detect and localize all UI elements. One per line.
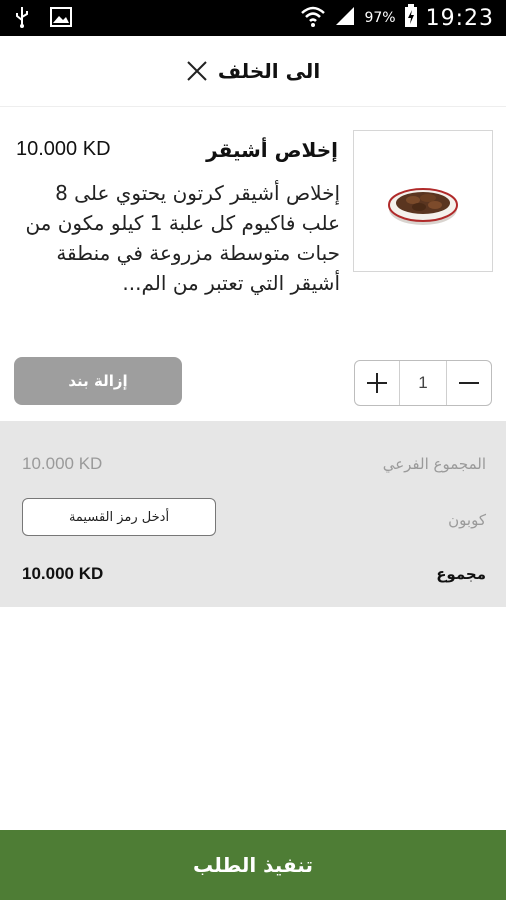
usb-icon: [14, 6, 30, 32]
total-value: 10.000 KD: [22, 564, 104, 583]
battery-icon: [404, 4, 418, 32]
subtotal-value: 10.000 KD: [22, 454, 103, 473]
close-icon[interactable]: [186, 60, 208, 82]
clock: 19:23: [425, 5, 494, 31]
coupon-input[interactable]: أدخل رمز القسيمة: [22, 498, 216, 536]
image-icon: [50, 7, 72, 31]
product-price: 10.000 KD: [16, 138, 111, 160]
quantity-value[interactable]: 1: [400, 361, 446, 405]
plus-icon: [367, 373, 387, 393]
product-image[interactable]: [353, 130, 493, 272]
product-name[interactable]: إخلاص أشيقر: [206, 138, 338, 162]
status-bar: 97% 19:23: [0, 0, 506, 36]
quantity-stepper: 1: [354, 360, 492, 406]
increase-quantity-button[interactable]: [355, 361, 400, 405]
order-summary: المجموع الفرعي 10.000 KD كوبون أدخل رمز …: [0, 421, 506, 607]
coupon-label: كوبون: [448, 511, 486, 529]
total-label: مجموع: [436, 565, 486, 583]
app-header: الى الخلف: [0, 36, 506, 107]
battery-percent: 97%: [364, 10, 396, 26]
product-description: إخلاص أشيقر كرتون يحتوي على 8 علب فاكيوم…: [25, 181, 340, 295]
decrease-quantity-button[interactable]: [446, 361, 491, 405]
back-label[interactable]: الى الخلف: [218, 59, 320, 83]
remove-item-button[interactable]: إزالة بند: [14, 357, 182, 405]
dates-bowl-image: [388, 188, 458, 225]
subtotal-label: المجموع الفرعي: [382, 455, 486, 473]
minus-icon: [459, 382, 479, 384]
signal-icon: [334, 5, 356, 31]
checkout-button[interactable]: تنفيذ الطلب: [0, 830, 506, 900]
wifi-icon: [300, 4, 326, 32]
